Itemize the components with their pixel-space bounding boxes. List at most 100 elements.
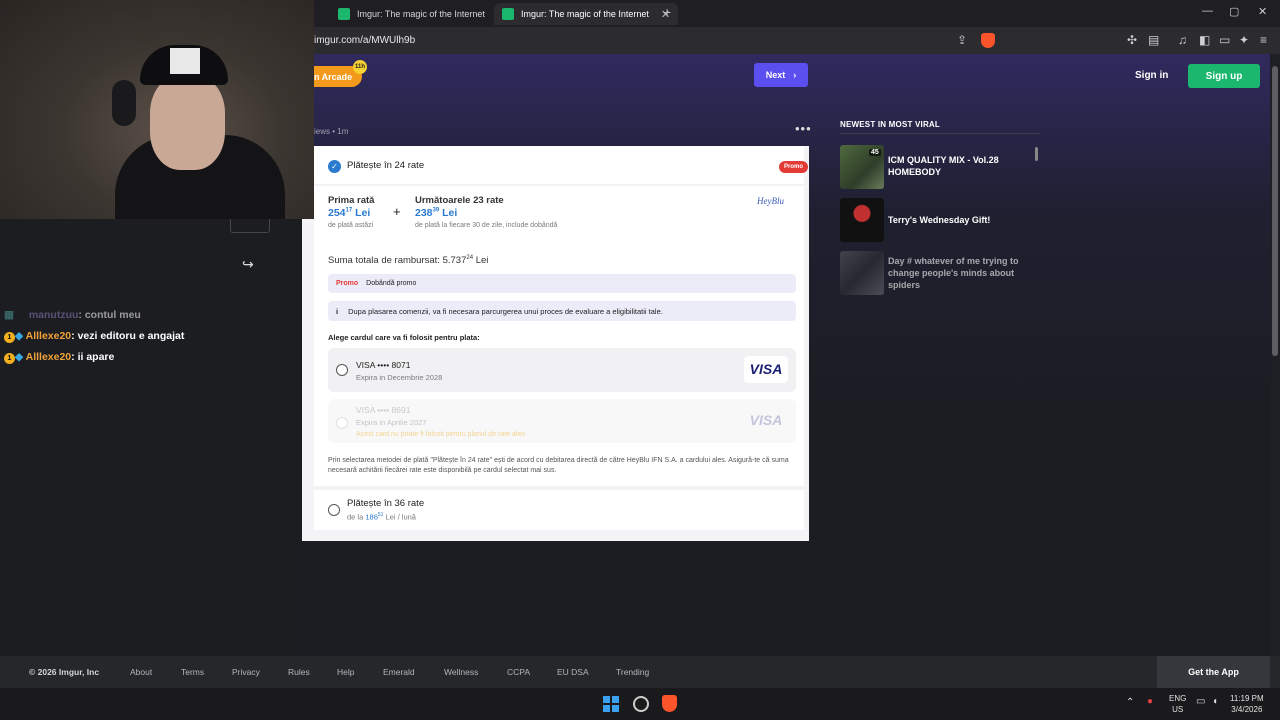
page-scrollbar[interactable] xyxy=(1270,54,1280,656)
footer-link-eu-dsa[interactable]: EU DSA xyxy=(557,667,589,677)
brave-shields-icon[interactable] xyxy=(981,33,995,48)
brave-taskbar-icon[interactable] xyxy=(662,695,677,712)
sidebar-panel-icon[interactable]: ▤ xyxy=(1148,33,1159,47)
choose-card-label: Alege cardul care va fi folosit pentru p… xyxy=(328,333,480,342)
footer-link-wellness[interactable]: Wellness xyxy=(444,667,478,677)
heyblu-logo: HeyBlu xyxy=(757,196,784,206)
scrollbar-thumb[interactable] xyxy=(1272,66,1278,356)
card-option-8071[interactable]: VISA •••• 8071 Expira in Decembrie 2028 … xyxy=(328,348,796,392)
radio-checked-icon[interactable]: ✓ xyxy=(328,160,341,173)
plan-24-header[interactable]: ✓ Plătește în 24 rate Promo xyxy=(314,146,809,184)
footer-link-ccpa[interactable]: CCPA xyxy=(507,667,530,677)
sub-badge-icon: 1 xyxy=(4,332,15,343)
footer-link-terms[interactable]: Terms xyxy=(181,667,204,677)
cursor-arrow-icon: ↪ xyxy=(242,256,254,272)
chat-username: Alllexe20 xyxy=(25,330,72,342)
info-text: Dupa plasarea comenzii, va fi necesara p… xyxy=(348,306,663,316)
get-app-button[interactable]: Get the App xyxy=(1157,656,1270,688)
language-indicator[interactable]: ENG US xyxy=(1169,693,1186,715)
radio-unchecked-icon[interactable] xyxy=(328,504,340,516)
info-icon: i xyxy=(336,306,339,316)
card-expiry: Expira in Aprilie 2027 xyxy=(356,418,427,427)
system-clock[interactable]: 11:19 PM 3/4/2026 xyxy=(1230,693,1264,715)
divider xyxy=(840,133,1041,134)
radio-unchecked-icon[interactable] xyxy=(336,364,348,376)
imgur-favicon-icon xyxy=(502,8,514,20)
card-option-8691: VISA •••• 8691 Expira in Aprilie 2027 Ac… xyxy=(328,399,796,443)
post-thumbnail xyxy=(840,198,884,242)
app-icon[interactable] xyxy=(633,696,649,712)
visa-logo: VISA xyxy=(749,412,783,428)
chat-text: contul meu xyxy=(84,309,141,321)
next-installments-label: Următoarele 23 rate xyxy=(415,195,504,206)
card-label: VISA •••• 8691 xyxy=(356,405,411,415)
post-title: Day # whatever of me trying to change pe… xyxy=(888,256,1019,290)
copyright: © 2026 Imgur, Inc xyxy=(29,667,100,677)
wallet-icon[interactable]: ▭ xyxy=(1219,33,1230,47)
tab-title: Imgur: The magic of the Internet xyxy=(521,9,649,19)
gift-badge-icon: ◆ xyxy=(15,330,24,342)
next-button[interactable]: Next › xyxy=(754,63,808,87)
sub-badge-icon: 1 xyxy=(4,353,15,364)
chat-username: Alllexe20 xyxy=(25,351,72,363)
arcade-badge: 11h xyxy=(353,60,367,74)
viral-post[interactable]: Day # whatever of me trying to change pe… xyxy=(840,251,1040,295)
extensions-icon[interactable]: ✣ xyxy=(1127,33,1137,47)
footer-link-trending[interactable]: Trending xyxy=(616,667,649,677)
menu-icon[interactable]: ≡ xyxy=(1260,33,1267,47)
next-installments-note: de plată la fiecare 30 de zile, include … xyxy=(415,222,558,229)
footer-link-help[interactable]: Help xyxy=(337,667,354,677)
sidebar-scrollbar[interactable] xyxy=(1035,147,1038,161)
post-image: ✓ Plătește în 24 rate Promo Prima rată 2… xyxy=(302,146,809,541)
maximize-icon[interactable]: ▢ xyxy=(1229,5,1239,18)
first-installment-label: Prima rată xyxy=(328,195,375,206)
image-count-badge: 45 xyxy=(869,149,881,156)
chat-text: ii apare xyxy=(77,351,115,363)
browser-tab-active[interactable]: Imgur: The magic of the Internet ✕ xyxy=(494,3,679,25)
media-icon[interactable]: ♫ xyxy=(1178,33,1187,47)
cap-logo xyxy=(170,48,200,74)
sign-up-button[interactable]: Sign up xyxy=(1188,64,1260,88)
sidebar-toggle-icon[interactable]: ◧ xyxy=(1199,33,1210,47)
next-label: Next xyxy=(765,70,786,80)
plan-36-label: Plătește în 36 rate xyxy=(347,498,425,509)
leo-ai-icon[interactable]: ✦ xyxy=(1239,33,1249,47)
card-expiry: Expira in Decembrie 2028 xyxy=(356,373,443,382)
tray-chevron-icon[interactable]: ⌃ xyxy=(1126,697,1134,708)
volume-icon[interactable]: ◖ xyxy=(1212,696,1218,707)
plan-36-option[interactable]: Plătește în 36 rate de la 18651 Lei / lu… xyxy=(314,490,804,530)
share-icon[interactable]: ⇪ xyxy=(957,33,967,47)
new-tab-icon[interactable]: + xyxy=(663,4,671,20)
imgur-favicon-icon xyxy=(338,8,350,20)
viral-post[interactable]: Terry's Wednesday Gift! xyxy=(840,198,1040,242)
windows-start-icon[interactable] xyxy=(603,696,619,712)
arcade-label: n Arcade xyxy=(314,71,353,82)
chevron-right-icon: › xyxy=(793,70,797,80)
footer-link-about[interactable]: About xyxy=(130,667,152,677)
browser-tab[interactable]: Imgur: The magic of the Internet xyxy=(330,3,493,25)
close-window-icon[interactable]: ✕ xyxy=(1258,5,1267,18)
plus-icon: + xyxy=(393,204,401,219)
headphones xyxy=(112,80,136,126)
chat-message: 1 ◆ Alllexe20: vezi editoru e angajat xyxy=(4,330,184,343)
network-icon[interactable]: ▭ xyxy=(1196,696,1205,707)
card-warning: Acest card nu poate fi folosit pentru pl… xyxy=(356,431,525,438)
chat-badge-icon: ▦ xyxy=(4,309,14,321)
viral-section-title: NEWEST IN MOST VIRAL xyxy=(840,120,940,129)
viral-post[interactable]: 45 ICM QUALITY MIX - Vol.28 HOMEBODY xyxy=(840,145,1040,189)
microphone-icon[interactable]: ● xyxy=(1147,696,1153,707)
minimize-icon[interactable]: — xyxy=(1202,5,1213,17)
sign-in-link[interactable]: Sign in xyxy=(1135,70,1168,81)
more-options-icon[interactable]: ••• xyxy=(795,121,812,136)
footer-link-emerald[interactable]: Emerald xyxy=(383,667,415,677)
visa-logo: VISA xyxy=(744,356,788,383)
chat-text: vezi editoru e angajat xyxy=(77,330,185,342)
promo-row: Promo Dobândă promo xyxy=(328,274,796,293)
next-installments-amount: 23839 Lei xyxy=(415,207,458,219)
first-installment-note: de plată astăzi xyxy=(328,222,374,229)
footer-link-privacy[interactable]: Privacy xyxy=(232,667,260,677)
plan-36-price: de la 18651 Lei / lună xyxy=(347,512,416,522)
url-field[interactable]: imgur.com/a/MWUlh9b xyxy=(314,35,415,46)
footer-link-rules[interactable]: Rules xyxy=(288,667,310,677)
info-row: i Dupa plasarea comenzii, va fi necesara… xyxy=(328,301,796,321)
